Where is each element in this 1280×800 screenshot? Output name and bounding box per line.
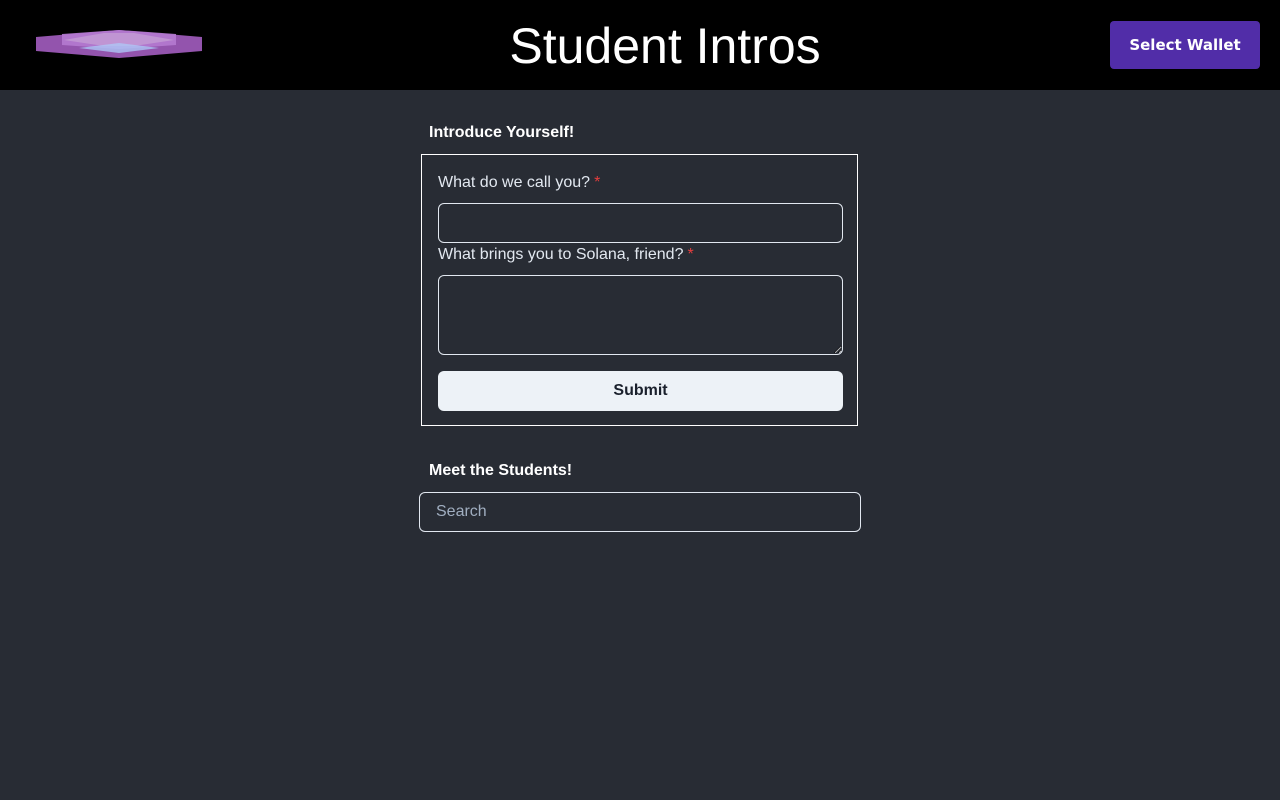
required-marker: * (687, 246, 694, 263)
meet-students-heading: Meet the Students! (429, 462, 573, 479)
name-input[interactable] (438, 203, 843, 243)
message-textarea[interactable] (438, 275, 843, 355)
required-marker: * (594, 174, 601, 191)
message-field-label: What brings you to Solana, friend? * (438, 246, 694, 264)
name-label-text: What do we call you? (438, 174, 591, 191)
intro-form: What do we call you? * What brings you to… (421, 154, 858, 426)
submit-button[interactable]: Submit (438, 371, 843, 411)
app-header: Student Intros Select Wallet (0, 0, 1280, 90)
introduce-yourself-heading: Introduce Yourself! (429, 124, 575, 141)
search-input[interactable] (419, 492, 861, 532)
name-field-label: What do we call you? * (438, 174, 600, 192)
select-wallet-button[interactable]: Select Wallet (1110, 21, 1260, 69)
page-title: Student Intros (509, 18, 821, 74)
message-label-text: What brings you to Solana, friend? (438, 246, 684, 263)
